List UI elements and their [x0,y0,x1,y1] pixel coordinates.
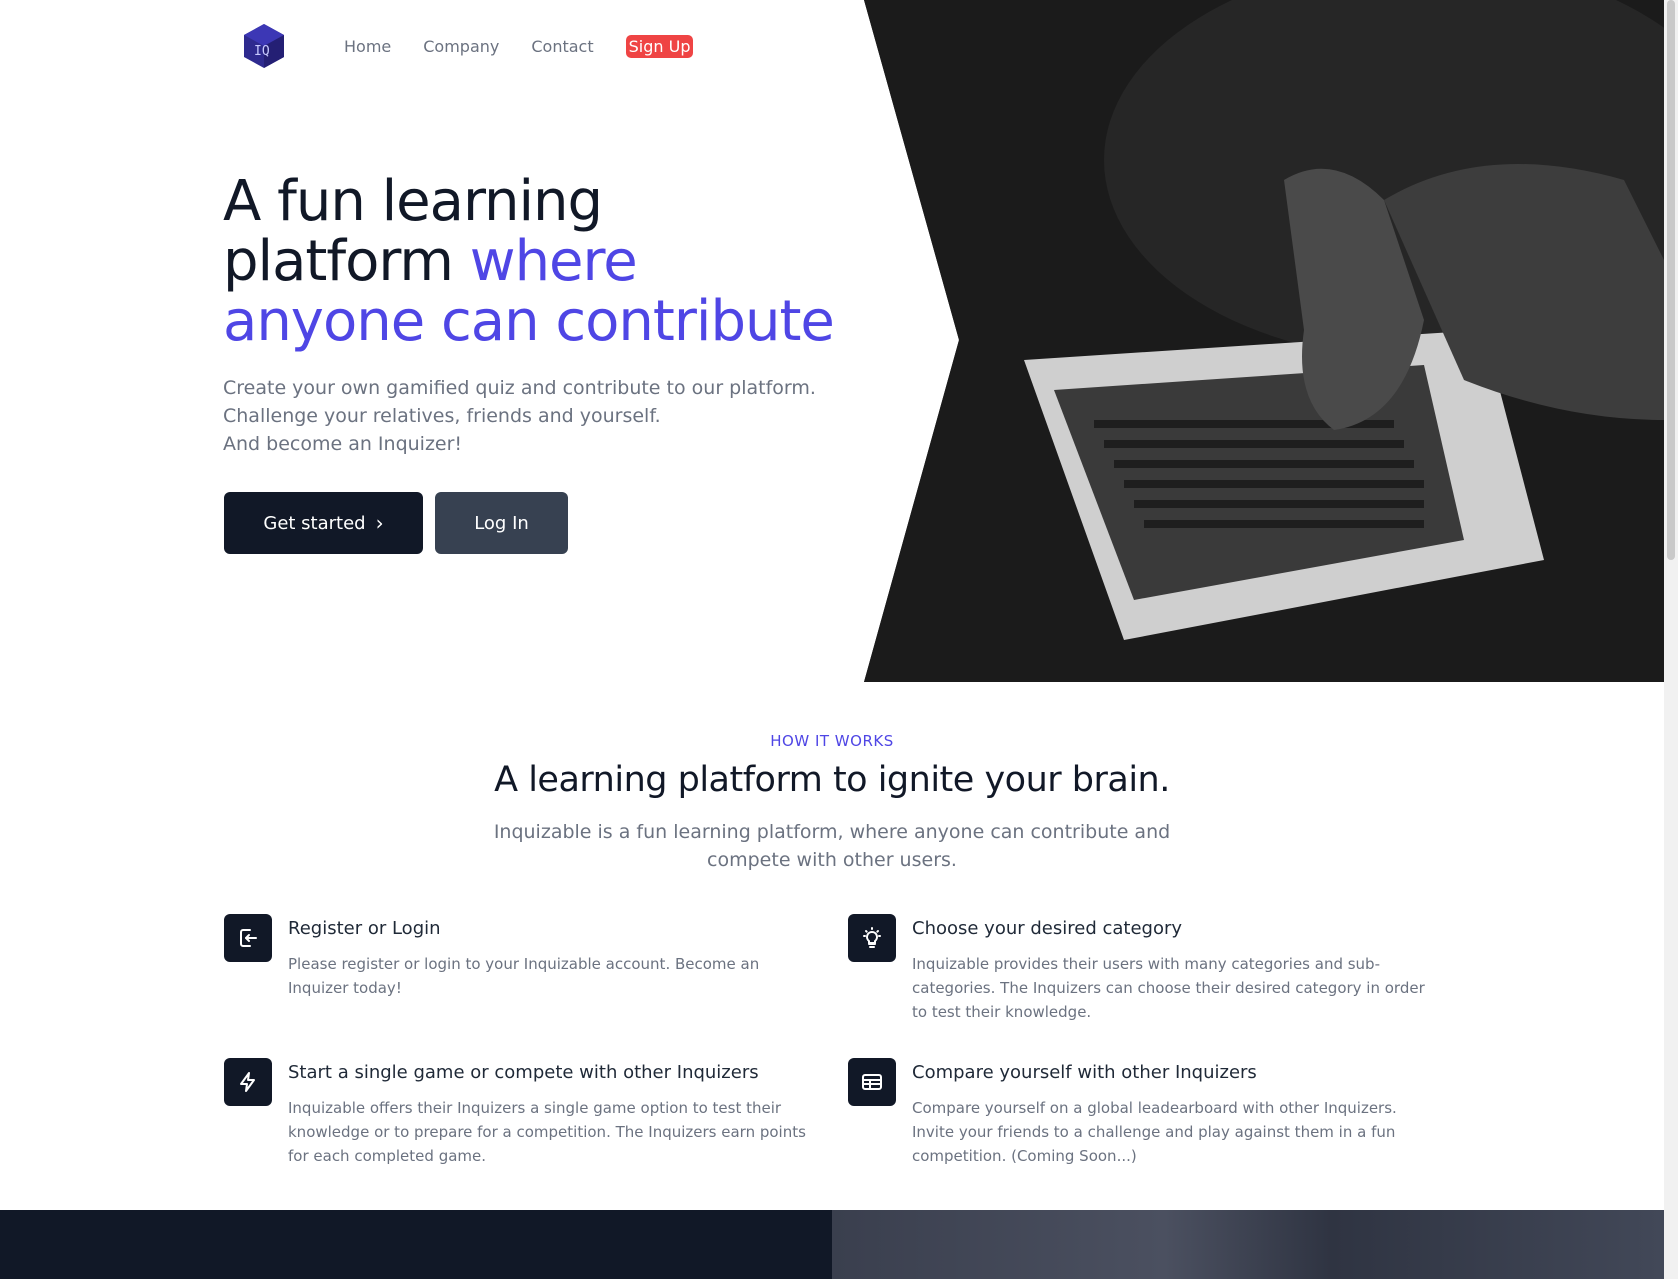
scrollbar-thumb[interactable] [1667,0,1675,560]
hero-subtitle: Create your own gamified quiz and contri… [223,374,823,458]
feature-description: Please register or login to your Inquiza… [288,955,760,997]
chevron-right-icon: › [375,511,384,535]
hero-laptop-image [864,0,1664,682]
logo-text: IQ [254,44,270,59]
hero-subtitle-line: Challenge your relatives, friends and yo… [223,405,661,427]
feature-title: Start a single game or compete with othe… [288,1062,759,1083]
nav-company[interactable]: Company [423,37,499,56]
laptop-illustration [864,0,1664,682]
next-section-image [832,1210,1664,1279]
next-section-dark-panel [0,1210,832,1279]
nav-contact[interactable]: Contact [531,37,593,56]
feature-description: Compare yourself on a global leadearboar… [912,1099,1397,1165]
hero-subtitle-line: And become an Inquizer! [223,433,463,455]
page-scrollbar[interactable] [1664,0,1678,1279]
login-icon [224,914,272,962]
top-nav: IQ Home Company Contact Sign Up [240,18,694,74]
feature-description: Inquizable provides their users with man… [912,955,1425,1021]
login-button[interactable]: Log In [435,492,568,554]
feature-title: Choose your desired category [912,918,1183,939]
lightning-icon [224,1058,272,1106]
page: IQ Home Company Contact Sign Up A fun le… [0,0,1678,1279]
section-title: A learning platform to ignite your brain… [494,760,1170,800]
feature-description: Inquizable offers their Inquizers a sing… [288,1099,806,1165]
lightbulb-icon [848,914,896,962]
section-eyebrow: HOW IT WORKS [770,732,894,750]
nav-home[interactable]: Home [344,37,391,56]
hero-subtitle-line: Create your own gamified quiz and contri… [223,377,816,399]
feature-title: Register or Login [288,918,441,939]
signup-button[interactable]: Sign Up [625,34,694,58]
get-started-label: Get started [263,512,366,534]
feature-title: Compare yourself with other Inquizers [912,1062,1257,1083]
section-description: Inquizable is a fun learning platform, w… [493,821,1171,871]
hero-title: A fun learning platform where anyone can… [223,172,843,352]
get-started-button[interactable]: Get started › [224,492,423,554]
table-icon [848,1058,896,1106]
logo-icon[interactable]: IQ [240,22,288,70]
